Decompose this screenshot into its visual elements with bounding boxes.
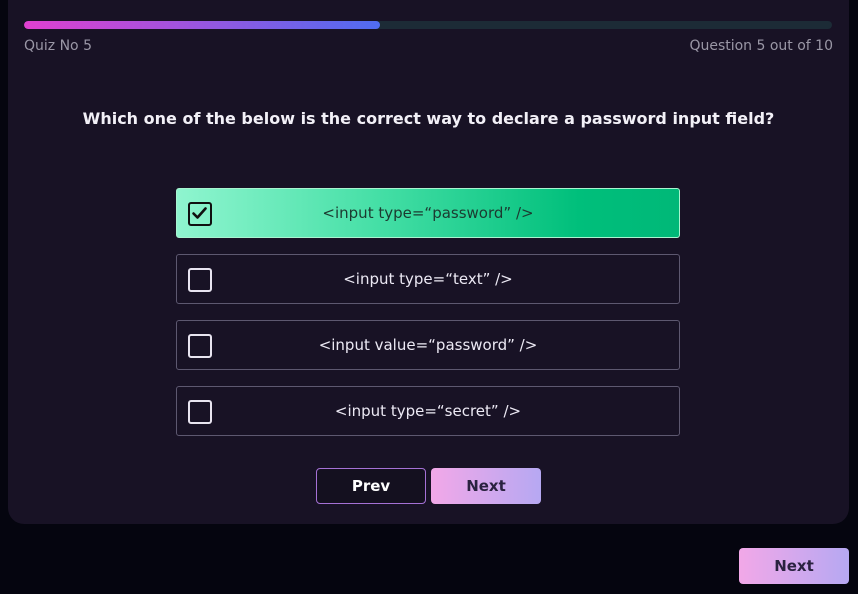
checkmark-icon	[192, 207, 207, 219]
option-label: <input type=“secret” />	[334, 402, 522, 420]
checkbox[interactable]	[188, 202, 212, 226]
checkbox[interactable]	[188, 268, 212, 292]
question-counter: Question 5 out of 10	[689, 38, 833, 54]
quiz-card: Quiz No 5 Question 5 out of 10 Which one…	[8, 0, 849, 524]
option-label: <input type=“password” />	[322, 204, 534, 222]
footer-next-button[interactable]: Next	[739, 548, 849, 584]
answer-option-2[interactable]: <input type=“text” />	[176, 254, 680, 304]
answer-option-4[interactable]: <input type=“secret” />	[176, 386, 680, 436]
quiz-label: Quiz No 5	[24, 38, 92, 54]
question-nav: Prev Next	[316, 468, 541, 504]
answer-option-3[interactable]: <input value=“password” />	[176, 320, 680, 370]
answer-options: <input type=“password” /> <input type=“t…	[176, 188, 680, 452]
next-button[interactable]: Next	[431, 468, 541, 504]
option-label: <input type=“text” />	[343, 270, 513, 288]
checkbox[interactable]	[188, 400, 212, 424]
answer-option-1[interactable]: <input type=“password” />	[176, 188, 680, 238]
question-text: Which one of the below is the correct wa…	[82, 109, 775, 128]
option-label: <input value=“password” />	[318, 336, 538, 354]
progress-bar	[24, 21, 832, 29]
checkbox[interactable]	[188, 334, 212, 358]
prev-button[interactable]: Prev	[316, 468, 426, 504]
progress-fill	[24, 21, 380, 29]
